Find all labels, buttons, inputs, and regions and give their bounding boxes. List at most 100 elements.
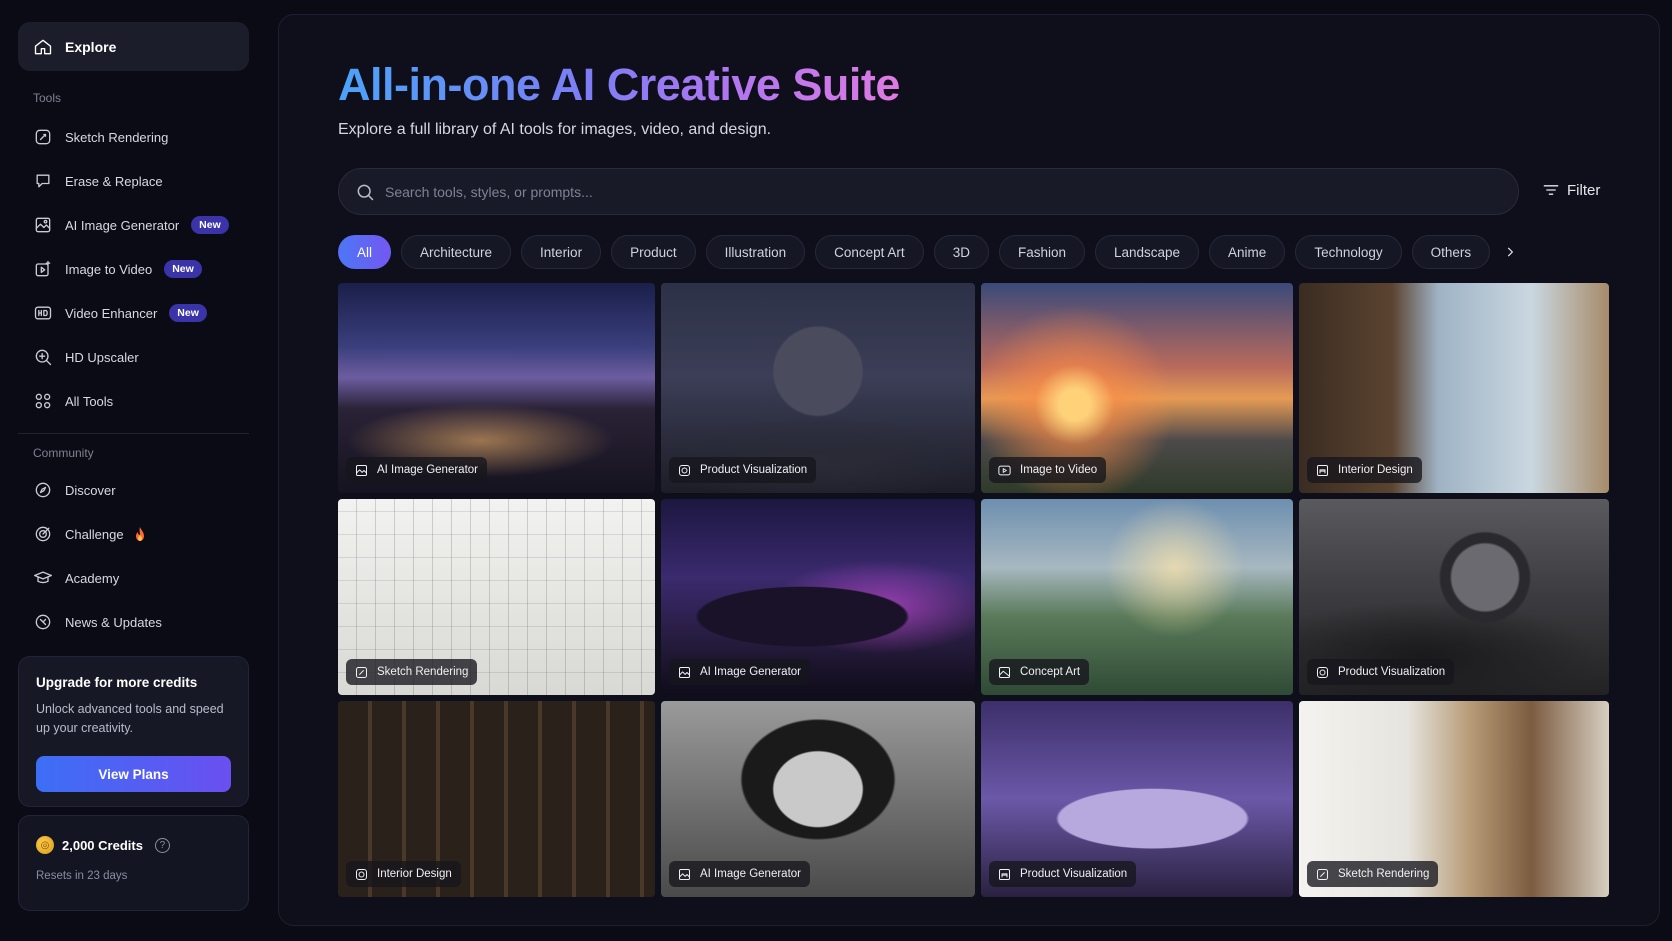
chip-all[interactable]: All	[338, 235, 392, 269]
main-panel: All-in-one AI Creative Suite Explore a f…	[278, 14, 1660, 926]
chip-others[interactable]: Others	[1411, 235, 1491, 269]
tools-section-label: Tools	[33, 91, 62, 105]
erase-replace-icon	[33, 171, 53, 191]
card-tag: Product Visualization	[1307, 659, 1455, 685]
image-to-video-icon	[996, 462, 1012, 478]
sidebar-item-label: News & Updates	[65, 614, 162, 630]
card-tag: Sketch Rendering	[1307, 861, 1439, 887]
sidebar-item-academy[interactable]: Academy	[18, 556, 249, 600]
credits-amount: 2,000 Credits	[62, 837, 143, 853]
upgrade-title: Upgrade for more credits	[36, 675, 198, 690]
sidebar-item-explore[interactable]: Explore	[18, 22, 249, 71]
filter-icon	[1541, 180, 1561, 200]
chip-3d[interactable]: 3D	[933, 235, 989, 269]
chip-product[interactable]: Product	[611, 235, 696, 269]
gallery-grid: AI Image Generator Product Visualization…	[338, 283, 1628, 907]
gallery-card[interactable]: Concept Art	[981, 499, 1293, 695]
image-generator-icon	[33, 215, 53, 235]
card-tag: Image to Video	[989, 457, 1107, 483]
chip-illustration[interactable]: Illustration	[705, 235, 806, 269]
sidebar-item-discover[interactable]: Discover	[18, 468, 249, 512]
chip-technology[interactable]: Technology	[1295, 235, 1402, 269]
gallery-card[interactable]: Product Visualization	[1299, 499, 1609, 695]
chip-fashion[interactable]: Fashion	[998, 235, 1085, 269]
gallery-card[interactable]: Product Visualization	[981, 701, 1293, 897]
new-badge: New	[169, 304, 207, 322]
sidebar-item-label: Video Enhancer	[65, 305, 158, 321]
concept-art-icon	[996, 664, 1012, 680]
product-icon	[353, 866, 369, 882]
compass-icon	[33, 480, 53, 500]
card-tag-label: AI Image Generator	[700, 666, 801, 678]
sidebar-item-label: All Tools	[65, 393, 114, 409]
card-tag-label: Image to Video	[1020, 464, 1098, 476]
card-tag: Concept Art	[989, 659, 1090, 685]
gallery-card[interactable]: Sketch Rendering	[338, 499, 655, 695]
chevron-right-icon[interactable]	[1500, 235, 1520, 269]
sidebar-item-erase-replace[interactable]: Erase & Replace	[18, 159, 249, 203]
card-tag: AI Image Generator	[669, 861, 810, 887]
gallery-card[interactable]: AI Image Generator	[661, 701, 975, 897]
card-tag-label: AI Image Generator	[700, 868, 801, 880]
gallery-card[interactable]: AI Image Generator	[661, 499, 975, 695]
card-tag: Sketch Rendering	[346, 659, 478, 685]
gallery-card[interactable]: Image to Video	[981, 283, 1293, 493]
card-tag: AI Image Generator	[669, 659, 810, 685]
credits-reset-text: Resets in 23 days	[36, 870, 128, 882]
new-badge: New	[191, 216, 229, 234]
target-icon	[33, 524, 53, 544]
card-tag-label: Interior Design	[1338, 464, 1413, 476]
card-tag: Product Visualization	[989, 861, 1137, 887]
chip-anime[interactable]: Anime	[1209, 235, 1286, 269]
sidebar-item-label: AI Image Generator	[65, 217, 180, 233]
sidebar-item-challenge[interactable]: Challenge	[18, 512, 249, 556]
sidebar-item-news-updates[interactable]: News & Updates	[18, 600, 249, 644]
chip-interior[interactable]: Interior	[521, 235, 602, 269]
help-icon[interactable]: ?	[154, 837, 170, 853]
card-tag: Interior Design	[346, 861, 461, 887]
sketch-rendering-icon	[1314, 866, 1330, 882]
sidebar-item-label: Explore	[65, 38, 117, 55]
gallery-card[interactable]: Sketch Rendering	[1299, 701, 1609, 897]
image-to-video-icon	[33, 259, 53, 279]
image-generator-icon	[353, 462, 369, 478]
fire-icon	[134, 527, 146, 541]
search-input[interactable]	[385, 183, 1502, 200]
gallery-card[interactable]: Product Visualization	[661, 283, 975, 493]
card-tag-label: Interior Design	[377, 868, 452, 880]
card-tag: Product Visualization	[669, 457, 817, 483]
sidebar-item-video-enhancer[interactable]: Video Enhancer New	[18, 291, 249, 335]
card-tag: AI Image Generator	[346, 457, 487, 483]
chip-landscape[interactable]: Landscape	[1094, 235, 1200, 269]
card-tag-label: Sketch Rendering	[377, 666, 469, 678]
chip-concept-art[interactable]: Concept Art	[815, 235, 924, 269]
sidebar-item-all-tools[interactable]: All Tools	[18, 379, 249, 423]
filter-button[interactable]: Filter	[1541, 180, 1600, 200]
view-plans-button[interactable]: View Plans	[36, 756, 231, 792]
sidebar-item-sketch-rendering[interactable]: Sketch Rendering	[18, 115, 249, 159]
sidebar-item-label: Discover	[65, 482, 116, 498]
gallery-card[interactable]: Interior Design	[338, 701, 655, 897]
news-icon	[33, 612, 53, 632]
home-icon	[33, 37, 53, 57]
new-badge: New	[164, 260, 202, 278]
interior-icon	[1314, 462, 1330, 478]
search-bar	[338, 168, 1519, 215]
product-icon	[676, 462, 692, 478]
gallery-card[interactable]: AI Image Generator	[338, 283, 655, 493]
sidebar-item-image-to-video[interactable]: Image to Video New	[18, 247, 249, 291]
filter-label: Filter	[1567, 181, 1601, 199]
sidebar-item-label: HD Upscaler	[65, 349, 139, 365]
card-tag-label: Product Visualization	[700, 464, 808, 476]
chip-architecture[interactable]: Architecture	[401, 235, 512, 269]
sidebar-item-ai-image-generator[interactable]: AI Image Generator New	[18, 203, 249, 247]
coin-icon: ◎	[36, 836, 54, 854]
sidebar-item-hd-upscaler[interactable]: HD Upscaler	[18, 335, 249, 379]
sidebar-divider	[18, 433, 249, 434]
gallery-card[interactable]: Interior Design	[1299, 283, 1609, 493]
sidebar-item-label: Sketch Rendering	[65, 129, 169, 145]
sidebar-item-label: Erase & Replace	[65, 173, 163, 189]
upgrade-card: Upgrade for more credits Unlock advanced…	[18, 656, 249, 807]
card-tag-label: Product Visualization	[1020, 868, 1128, 880]
image-generator-icon	[676, 866, 692, 882]
